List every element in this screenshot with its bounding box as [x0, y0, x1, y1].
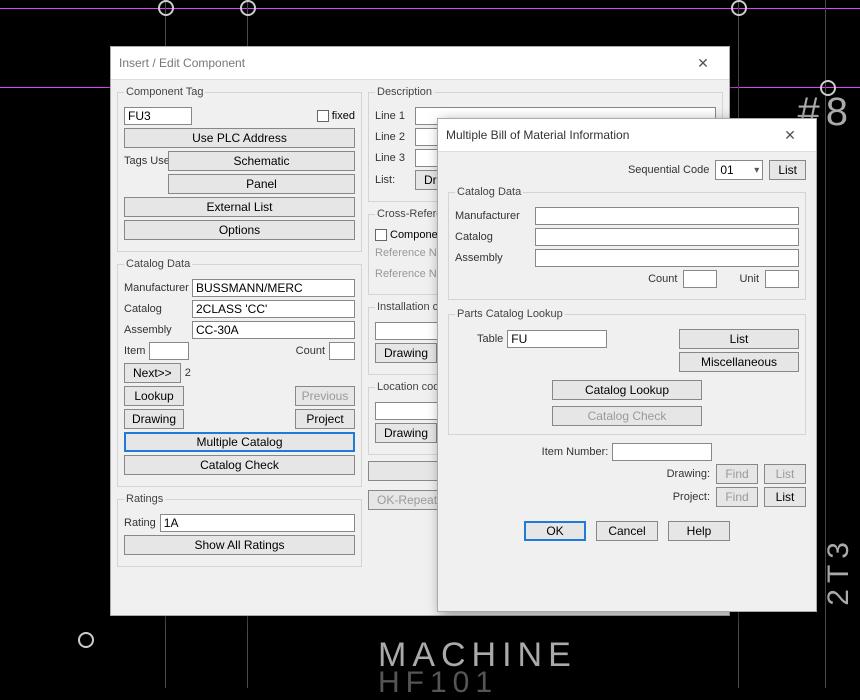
ok-repeat-button: OK-Repeat — [368, 490, 446, 510]
project-list-button[interactable]: List — [764, 487, 806, 507]
cancel-button[interactable]: Cancel — [596, 521, 658, 541]
catalog-input[interactable] — [535, 228, 799, 246]
tags-used-label: Tags Used: — [124, 155, 164, 167]
component-tag-group: Component Tag fixed Use PLC Address Tags… — [117, 86, 362, 252]
misc-button[interactable]: Miscellaneous — [679, 352, 799, 372]
label: Manufacturer — [455, 210, 531, 222]
catalog-lookup-button[interactable]: Catalog Lookup — [552, 380, 702, 400]
label: Assembly — [124, 324, 188, 336]
label: Count — [648, 273, 677, 285]
fixed-label: fixed — [332, 110, 355, 122]
legend: Ratings — [124, 493, 165, 505]
next-button[interactable]: Next>> — [124, 363, 181, 383]
label: Rating — [124, 517, 156, 529]
count-input[interactable] — [329, 342, 355, 360]
catalog-data-group: Catalog Data Manufacturer Catalog Assemb… — [448, 186, 806, 300]
tag-input[interactable] — [124, 107, 192, 125]
panel-button[interactable]: Panel — [168, 174, 355, 194]
legend: Catalog Data — [124, 258, 192, 270]
multiple-catalog-button[interactable]: Multiple Catalog — [124, 432, 355, 452]
label: Manufacturer — [124, 282, 188, 294]
drawing-find-button: Find — [716, 464, 758, 484]
item-number-input[interactable] — [612, 443, 712, 461]
seq-code-label: Sequential Code — [628, 164, 709, 176]
previous-button: Previous — [295, 386, 355, 406]
multiple-bom-dialog: Multiple Bill of Material Information ✕ … — [437, 118, 817, 612]
close-icon[interactable]: ✕ — [772, 125, 808, 145]
item-input[interactable] — [149, 342, 189, 360]
catalog-check-button[interactable]: Catalog Check — [124, 455, 355, 475]
rating-input[interactable] — [160, 514, 355, 532]
label: Assembly — [455, 252, 531, 264]
item-number-label: Item Number: — [542, 446, 609, 458]
inst-drawing-button[interactable]: Drawing — [375, 343, 437, 363]
cad-text: HF101 — [378, 666, 498, 700]
catalog-check-button: Catalog Check — [552, 406, 702, 426]
label: Count — [296, 345, 325, 357]
win1-title: Insert / Edit Component — [119, 56, 685, 70]
legend: Parts Catalog Lookup — [455, 308, 565, 320]
seq-code-value: 01 — [720, 163, 733, 177]
label: Item — [124, 345, 145, 357]
loc-drawing-button[interactable]: Drawing — [375, 423, 437, 443]
help-button[interactable]: Help — [668, 521, 730, 541]
label: Catalog — [455, 231, 531, 243]
assembly-input[interactable] — [535, 249, 799, 267]
project-label: Project: — [673, 491, 710, 503]
cad-text: 2T3 — [822, 536, 856, 606]
label: Line 3 — [375, 152, 411, 164]
label: Unit — [739, 273, 759, 285]
use-plc-button[interactable]: Use PLC Address — [124, 128, 355, 148]
table-input[interactable] — [507, 330, 607, 348]
label: List: — [375, 174, 411, 186]
lookup-list-button[interactable]: List — [679, 329, 799, 349]
manufacturer-input[interactable] — [192, 279, 355, 297]
label: Line 2 — [375, 131, 411, 143]
mfr-input[interactable] — [535, 207, 799, 225]
lookup-button[interactable]: Lookup — [124, 386, 184, 406]
project-find-button: Find — [716, 487, 758, 507]
count-input[interactable] — [683, 270, 717, 288]
fixed-checkbox[interactable]: fixed — [317, 110, 355, 122]
catalog-input[interactable] — [192, 300, 355, 318]
ok-button[interactable]: OK — [524, 521, 586, 541]
close-icon[interactable]: ✕ — [685, 53, 721, 73]
seq-list-button[interactable]: List — [769, 160, 806, 180]
catalog-data-group: Catalog Data Manufacturer Catalog Assemb… — [117, 258, 362, 487]
legend: Component Tag — [124, 86, 205, 98]
win2-title: Multiple Bill of Material Information — [446, 128, 772, 142]
show-all-ratings-button[interactable]: Show All Ratings — [124, 535, 355, 555]
drawing-list-button: List — [764, 464, 806, 484]
parts-catalog-lookup-group: Parts Catalog Lookup Table List Miscella… — [448, 308, 806, 435]
next-value: 2 — [185, 367, 191, 379]
label: Table — [477, 333, 503, 345]
external-list-button[interactable]: External List — [124, 197, 355, 217]
label: Catalog — [124, 303, 188, 315]
options-button[interactable]: Options — [124, 220, 355, 240]
legend: Description — [375, 86, 434, 98]
drawing-label: Drawing: — [667, 468, 710, 480]
label: Line 1 — [375, 110, 411, 122]
project-button[interactable]: Project — [295, 409, 355, 429]
legend: Catalog Data — [455, 186, 523, 198]
assembly-input[interactable] — [192, 321, 355, 339]
unit-input[interactable] — [765, 270, 799, 288]
drawing-button[interactable]: Drawing — [124, 409, 184, 429]
schematic-button[interactable]: Schematic — [168, 151, 355, 171]
seq-code-select[interactable]: 01 — [715, 160, 763, 180]
ratings-group: Ratings Rating Show All Ratings — [117, 493, 362, 567]
